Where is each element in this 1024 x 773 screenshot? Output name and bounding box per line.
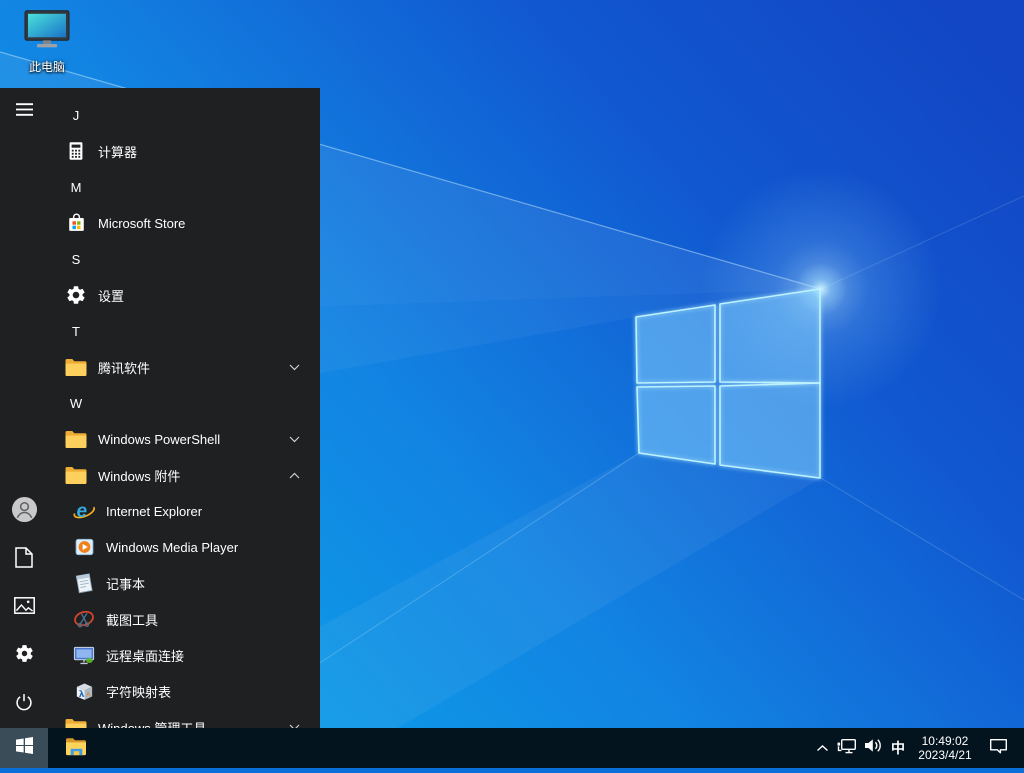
internet-explorer-icon: e [72, 499, 96, 523]
chevron-down-icon [289, 364, 300, 371]
pictures-icon [13, 597, 35, 619]
notepad-icon [72, 571, 96, 595]
start-item-label: 记事本 [106, 576, 146, 592]
gear-outline-icon [14, 643, 35, 669]
rail-button-power[interactable] [0, 680, 48, 728]
power-icon [14, 692, 34, 717]
tray-expand-button[interactable] [810, 728, 834, 768]
settings-icon [64, 283, 88, 307]
app-list: J 计算器 M Microsoft Store S 设置 T 腾讯软件 W Windows Pow… [48, 88, 320, 736]
start-item-internet-explorer[interactable]: e Internet Explorer [48, 493, 320, 529]
section-letter-label: W [69, 395, 83, 411]
svg-text:e: e [77, 501, 88, 522]
this-pc-icon [24, 10, 70, 55]
rail-button-user[interactable] [0, 488, 48, 536]
start-item-tencent-software[interactable]: 腾讯软件 [48, 349, 320, 385]
start-item-snipping-tool[interactable]: 截图工具 [48, 601, 320, 637]
clock-date: 2023/4/21 [918, 748, 972, 762]
start-item-label: 计算器 [98, 144, 138, 160]
start-item-label: 字符映射表 [106, 684, 172, 700]
start-item-label: Windows 附件 [98, 468, 181, 484]
chevron-up-icon [816, 739, 829, 757]
section-letter-j[interactable]: J [48, 97, 320, 133]
character-map-icon: λA [72, 679, 96, 703]
start-item-label: 腾讯软件 [98, 360, 151, 376]
microsoft-store-icon [64, 211, 88, 235]
calculator-icon [64, 139, 88, 163]
start-item-character-map[interactable]: λ A 字符映射表 [48, 673, 320, 709]
start-item-label: Windows Media Player [106, 539, 239, 555]
section-letter-label: S [71, 251, 81, 267]
rail-button-settings[interactable] [0, 632, 48, 680]
windows-powershell-icon [64, 427, 88, 451]
windows-accessories-icon [64, 463, 88, 487]
windows-flag-icon [15, 737, 33, 759]
svg-text:λ: λ [78, 690, 84, 700]
start-item-microsoft-store[interactable]: Microsoft Store [48, 205, 320, 241]
start-item-label: Windows PowerShell [98, 431, 221, 447]
start-item-windows-powershell[interactable]: Windows PowerShell [48, 421, 320, 457]
chevron-down-icon [289, 436, 300, 443]
network-tray-button[interactable] [834, 728, 860, 768]
windows-media-player-icon [72, 535, 96, 559]
start-item-windows-media-player[interactable]: Windows Media Player [48, 529, 320, 565]
tencent-software-icon [64, 355, 88, 379]
file-explorer-icon [64, 735, 89, 762]
start-menu-rail [0, 88, 48, 728]
section-letter-label: T [72, 323, 80, 339]
start-item-label: 截图工具 [106, 612, 159, 628]
action-center-button[interactable] [980, 728, 1016, 768]
volume-icon [864, 737, 883, 759]
taskbar-clock[interactable]: 10:49:02 2023/4/21 [910, 728, 980, 768]
volume-tray-button[interactable] [860, 728, 886, 768]
svg-text:A: A [86, 691, 91, 698]
start-item-label: 设置 [98, 288, 125, 304]
chevron-up-icon [289, 472, 300, 479]
this-pc-label: 此电脑 [28, 60, 65, 74]
start-item-label: Internet Explorer [106, 503, 203, 519]
desktop-icon-this-pc[interactable]: 此电脑 [14, 10, 80, 75]
remote-desktop-icon [72, 643, 96, 667]
file-explorer-button[interactable] [48, 728, 104, 768]
section-letter-w[interactable]: W [48, 385, 320, 421]
section-letter-s[interactable]: S [48, 241, 320, 277]
document-icon [15, 547, 33, 573]
start-item-label: 远程桌面连接 [106, 648, 185, 664]
taskbar: 中 10:49:02 2023/4/21 [0, 728, 1024, 768]
snipping-tool-icon [72, 607, 96, 631]
start-item-calculator[interactable]: 计算器 [48, 133, 320, 169]
clock-time: 10:49:02 [921, 734, 969, 748]
start-button[interactable] [0, 728, 48, 768]
section-letter-t[interactable]: T [48, 313, 320, 349]
start-item-settings[interactable]: 设置 [48, 277, 320, 313]
start-item-notepad[interactable]: 记事本 [48, 565, 320, 601]
section-letter-m[interactable]: M [48, 169, 320, 205]
start-item-remote-desktop[interactable]: 远程桌面连接 [48, 637, 320, 673]
hamburger-icon [15, 103, 33, 121]
ime-indicator[interactable]: 中 [886, 728, 910, 768]
start-menu: J 计算器 M Microsoft Store S 设置 T 腾讯软件 W Windows Pow… [0, 88, 320, 736]
rail-button-documents[interactable] [0, 536, 48, 584]
action-center-icon [989, 737, 1008, 759]
hamburger-menu-button[interactable] [0, 88, 48, 136]
section-letter-label: M [70, 179, 82, 195]
start-item-label: Microsoft Store [98, 215, 186, 231]
system-tray: 中 10:49:02 2023/4/21 [810, 728, 1024, 768]
start-item-windows-accessories[interactable]: Windows 附件 [48, 457, 320, 493]
section-letter-label: J [72, 107, 80, 123]
user-avatar-icon [11, 496, 38, 528]
rail-button-pictures[interactable] [0, 584, 48, 632]
network-icon [837, 737, 857, 760]
